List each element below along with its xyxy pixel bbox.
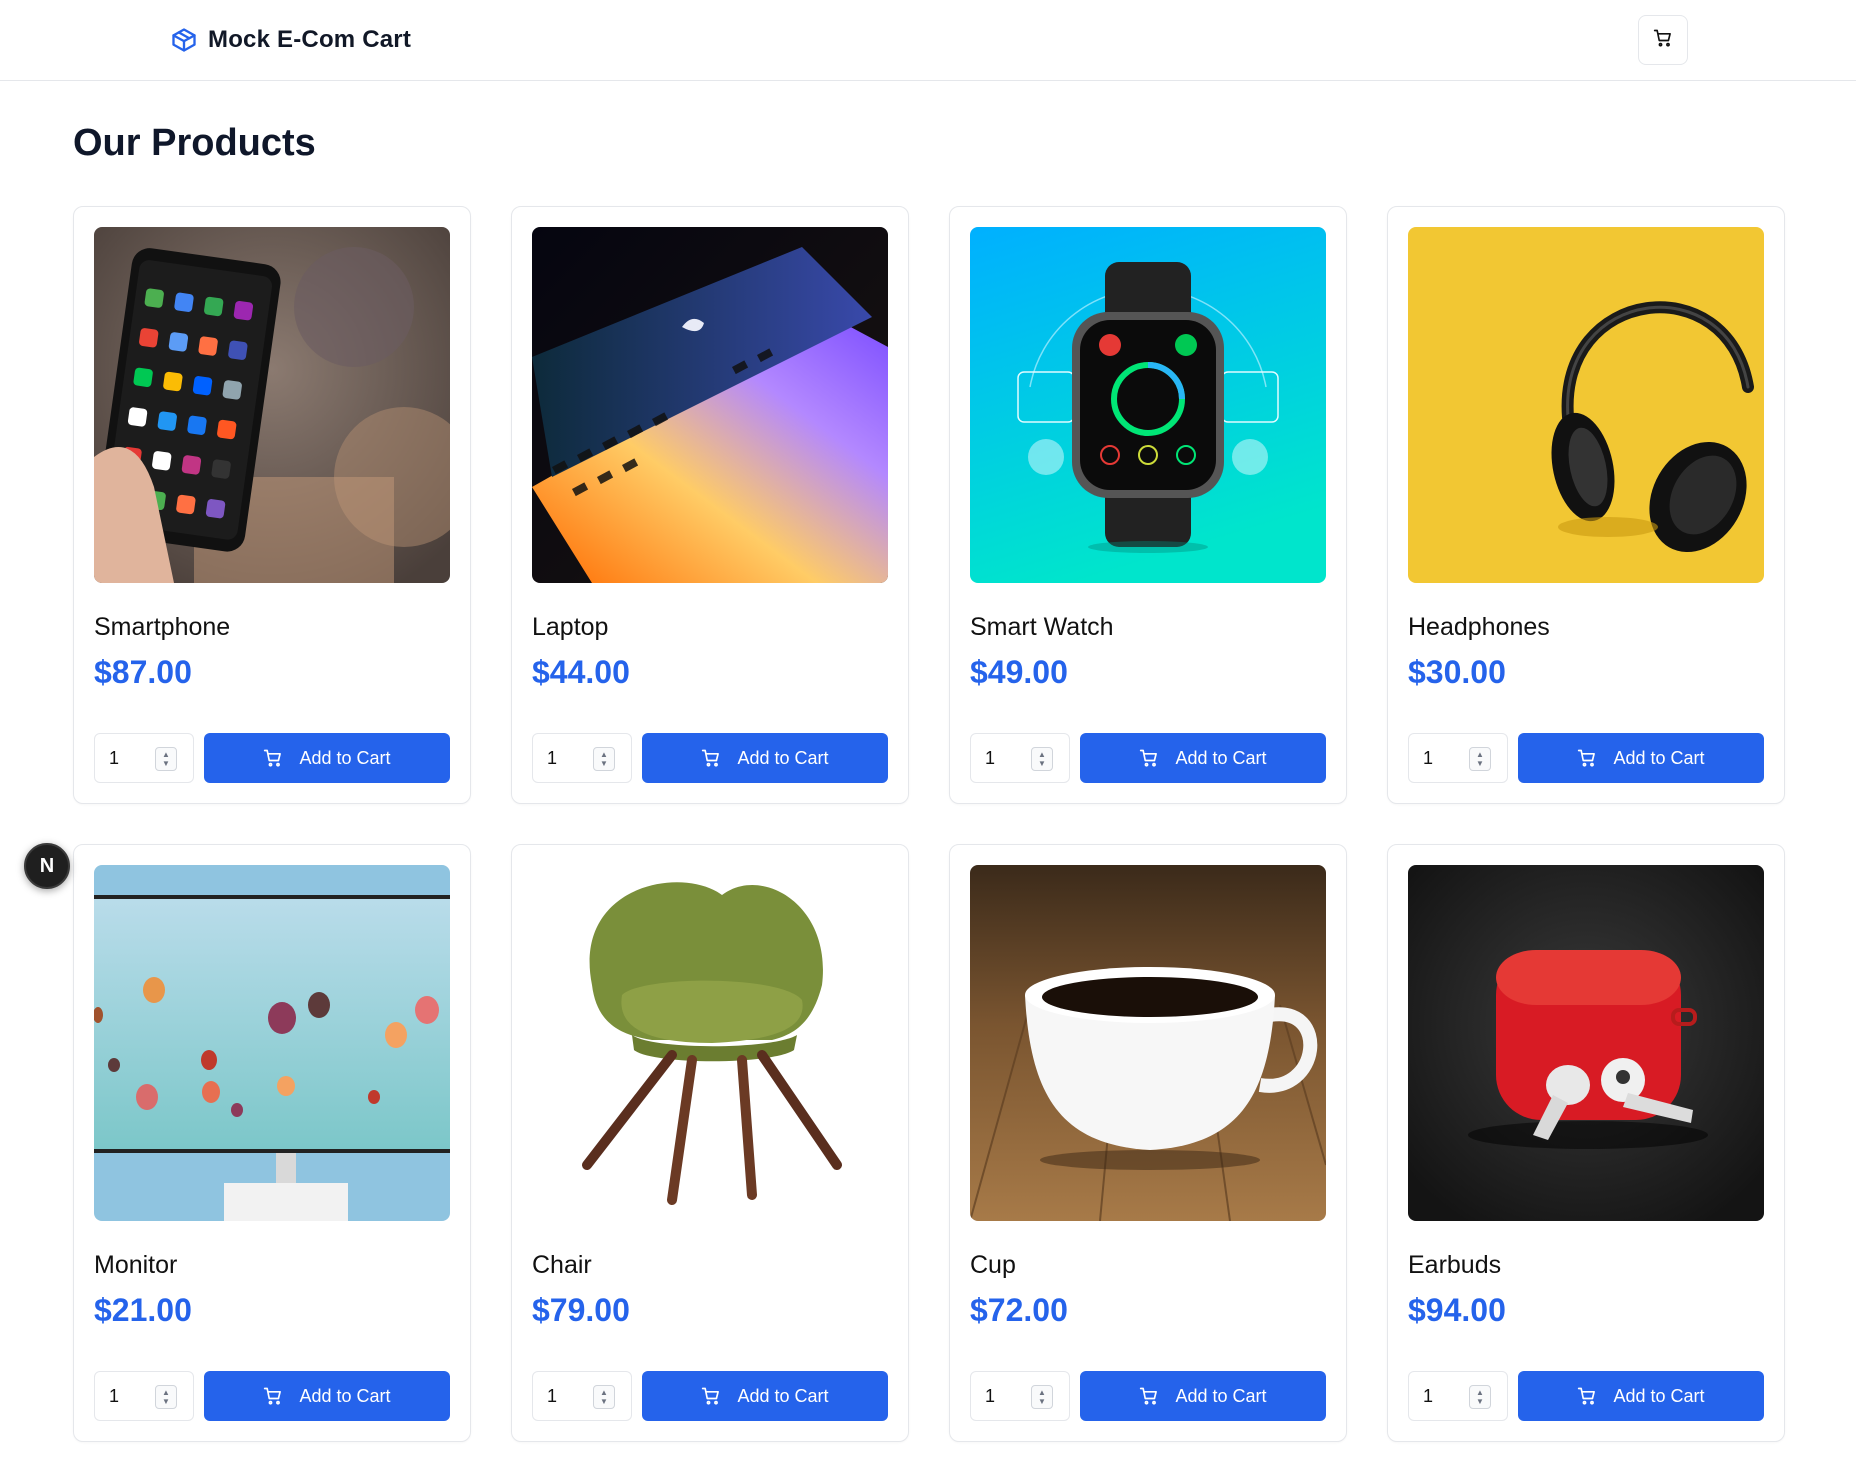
add-to-cart-button[interactable]: Add to Cart xyxy=(642,1371,888,1421)
product-name: Earbuds xyxy=(1408,1251,1502,1279)
nextjs-logo-icon: N xyxy=(39,854,55,877)
add-to-cart-label: Add to Cart xyxy=(299,1385,391,1406)
product-name: Chair xyxy=(532,1251,592,1279)
product-name: Laptop xyxy=(532,613,609,641)
add-to-cart-button[interactable]: Add to Cart xyxy=(1518,733,1764,783)
product-card: Headphones $30.00 1 ▲ ▼ Add to Cart xyxy=(1387,206,1785,804)
quantity-stepper[interactable]: ▲ ▼ xyxy=(1469,747,1491,771)
nextjs-dev-badge[interactable]: N xyxy=(24,843,70,889)
quantity-input[interactable]: 1 ▲ ▼ xyxy=(1408,1371,1508,1421)
shopping-cart-icon xyxy=(1577,1386,1597,1406)
shopping-cart-icon xyxy=(1577,748,1597,768)
quantity-input[interactable]: 1 ▲ ▼ xyxy=(970,1371,1070,1421)
shopping-cart-icon xyxy=(263,748,283,768)
product-price: $49.00 xyxy=(970,654,1068,690)
quantity-stepper[interactable]: ▲ ▼ xyxy=(155,1385,177,1409)
product-price: $87.00 xyxy=(94,654,192,690)
add-to-cart-label: Add to Cart xyxy=(1175,1385,1267,1406)
cart-button[interactable] xyxy=(1638,15,1688,65)
add-to-cart-label: Add to Cart xyxy=(1613,747,1705,768)
product-card: Smart Watch $49.00 1 ▲ ▼ Add to Cart xyxy=(949,206,1347,804)
product-price: $30.00 xyxy=(1408,654,1506,690)
product-image[interactable] xyxy=(532,227,888,583)
product-card: Laptop $44.00 1 ▲ ▼ Add to Cart xyxy=(511,206,909,804)
quantity-input[interactable]: 1 ▲ ▼ xyxy=(532,733,632,783)
product-price: $79.00 xyxy=(532,1292,630,1328)
add-to-cart-button[interactable]: Add to Cart xyxy=(642,733,888,783)
product-name: Cup xyxy=(970,1251,1016,1279)
product-card: Cup $72.00 1 ▲ ▼ Add to Cart xyxy=(949,844,1347,1442)
product-name: Smart Watch xyxy=(970,613,1114,641)
shopping-cart-icon xyxy=(1653,28,1673,53)
product-image[interactable] xyxy=(94,865,450,1221)
add-to-cart-button[interactable]: Add to Cart xyxy=(1080,1371,1326,1421)
shopping-cart-icon xyxy=(1139,1386,1159,1406)
page-title: Our Products xyxy=(73,122,316,164)
shopping-cart-icon xyxy=(701,748,721,768)
product-image[interactable] xyxy=(94,227,450,583)
product-image[interactable] xyxy=(970,865,1326,1221)
quantity-input[interactable]: 1 ▲ ▼ xyxy=(94,1371,194,1421)
product-image[interactable] xyxy=(1408,865,1764,1221)
quantity-stepper[interactable]: ▲ ▼ xyxy=(1469,1385,1491,1409)
add-to-cart-button[interactable]: Add to Cart xyxy=(204,1371,450,1421)
quantity-value: 1 xyxy=(109,747,120,768)
product-card: Earbuds $94.00 1 ▲ ▼ Add to Cart xyxy=(1387,844,1785,1442)
quantity-stepper[interactable]: ▲ ▼ xyxy=(155,747,177,771)
quantity-stepper[interactable]: ▲ ▼ xyxy=(593,747,615,771)
quantity-stepper[interactable]: ▲ ▼ xyxy=(1031,1385,1053,1409)
quantity-value: 1 xyxy=(1423,1385,1434,1406)
add-to-cart-label: Add to Cart xyxy=(737,1385,829,1406)
quantity-value: 1 xyxy=(547,1385,558,1406)
product-price: $21.00 xyxy=(94,1292,192,1328)
quantity-stepper[interactable]: ▲ ▼ xyxy=(593,1385,615,1409)
shopping-cart-icon xyxy=(701,1386,721,1406)
add-to-cart-label: Add to Cart xyxy=(1613,1385,1705,1406)
product-price: $44.00 xyxy=(532,654,630,690)
product-name: Smartphone xyxy=(94,613,231,641)
product-name: Headphones xyxy=(1408,613,1550,641)
package-icon xyxy=(170,26,198,54)
product-price: $94.00 xyxy=(1408,1292,1506,1328)
add-to-cart-button[interactable]: Add to Cart xyxy=(1080,733,1326,783)
quantity-value: 1 xyxy=(1423,747,1434,768)
top-header: Mock E-Com Cart xyxy=(0,0,1856,81)
quantity-input[interactable]: 1 ▲ ▼ xyxy=(532,1371,632,1421)
quantity-input[interactable]: 1 ▲ ▼ xyxy=(1408,733,1508,783)
quantity-input[interactable]: 1 ▲ ▼ xyxy=(970,733,1070,783)
shopping-cart-icon xyxy=(1139,748,1159,768)
quantity-value: 1 xyxy=(109,1385,120,1406)
quantity-value: 1 xyxy=(985,1385,996,1406)
product-price: $72.00 xyxy=(970,1292,1068,1328)
brand-title: Mock E-Com Cart xyxy=(208,26,412,53)
add-to-cart-label: Add to Cart xyxy=(299,747,391,768)
shopping-cart-icon xyxy=(263,1386,283,1406)
product-image[interactable] xyxy=(532,865,888,1221)
quantity-value: 1 xyxy=(985,747,996,768)
product-name: Monitor xyxy=(94,1251,178,1279)
product-card: Monitor $21.00 1 ▲ ▼ Add to Cart xyxy=(73,844,471,1442)
add-to-cart-label: Add to Cart xyxy=(737,747,829,768)
add-to-cart-label: Add to Cart xyxy=(1175,747,1267,768)
quantity-input[interactable]: 1 ▲ ▼ xyxy=(94,733,194,783)
quantity-stepper[interactable]: ▲ ▼ xyxy=(1031,747,1053,771)
add-to-cart-button[interactable]: Add to Cart xyxy=(204,733,450,783)
add-to-cart-button[interactable]: Add to Cart xyxy=(1518,1371,1764,1421)
product-card: Smartphone $87.00 1 ▲ ▼ Add to Cart xyxy=(73,206,471,804)
quantity-value: 1 xyxy=(547,747,558,768)
product-grid: Smartphone $87.00 1 ▲ ▼ Add to Cart Lapt… xyxy=(73,206,1785,1442)
product-image[interactable] xyxy=(1408,227,1764,583)
product-card: Chair $79.00 1 ▲ ▼ Add to Cart xyxy=(511,844,909,1442)
product-image[interactable] xyxy=(970,227,1326,583)
brand[interactable]: Mock E-Com Cart xyxy=(170,26,411,54)
